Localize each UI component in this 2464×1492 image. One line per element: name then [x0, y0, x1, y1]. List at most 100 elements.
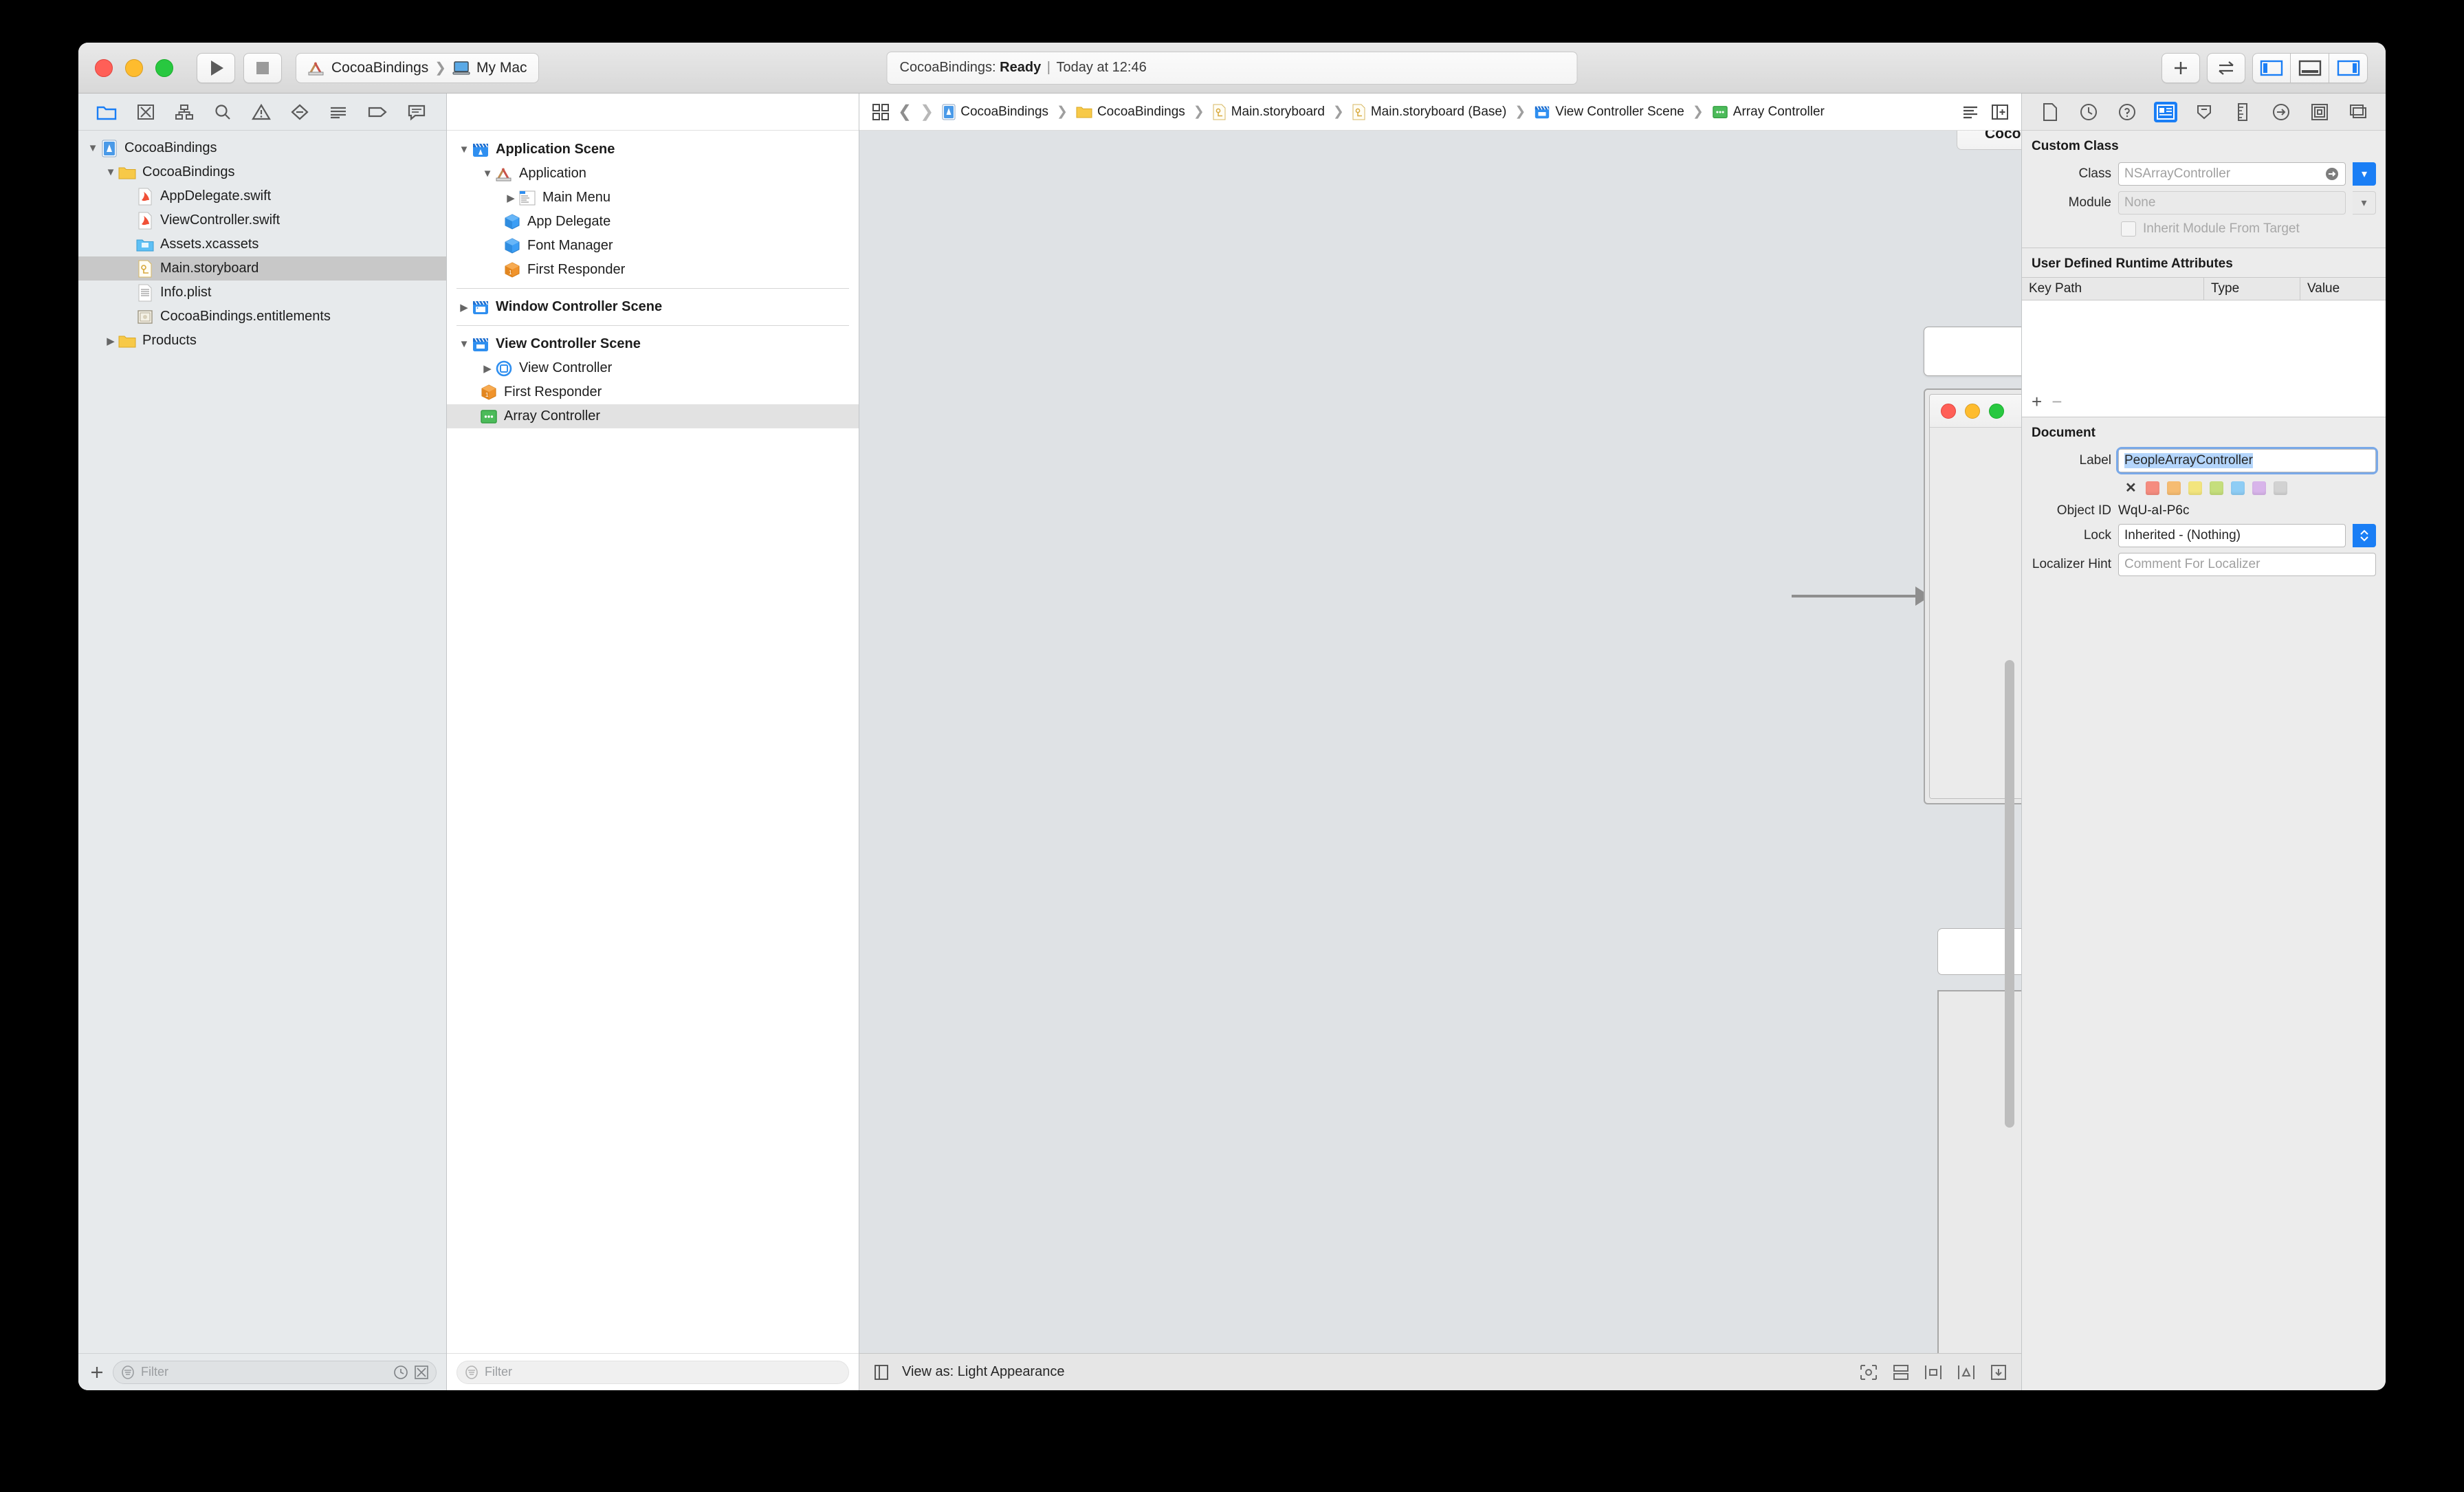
outline-row-window-controller-scene[interactable]: ▶ Window Controller Scene: [447, 295, 859, 319]
canvas-vertical-scrollbar[interactable]: [2005, 660, 2014, 1128]
disclosure-triangle-icon[interactable]: ▶: [503, 192, 518, 204]
outline-row-view-controller[interactable]: ▶ View Controller: [447, 356, 859, 380]
connections-inspector-tab[interactable]: [2269, 102, 2293, 122]
quick-help-inspector-tab[interactable]: [2115, 102, 2139, 122]
file-inspector-tab[interactable]: [2038, 102, 2062, 122]
main-menu-preview[interactable]: CocoaBindings File Edit Format View Wind…: [1957, 131, 2021, 150]
breadcrumb-array-controller[interactable]: Array Controller: [1712, 105, 1825, 120]
disclosure-triangle-icon[interactable]: ▼: [85, 142, 100, 154]
embed-in-icon[interactable]: [1892, 1363, 1910, 1381]
minimize-button[interactable]: [125, 58, 143, 77]
toggle-navigator-button[interactable]: [2252, 52, 2291, 83]
run-button[interactable]: [197, 52, 235, 83]
appearance-toggle-icon[interactable]: [873, 1363, 890, 1381]
outline-row-first-responder-app[interactable]: 1 First Responder: [447, 258, 859, 282]
breadcrumb-view-controller-scene[interactable]: View Controller Scene: [1534, 104, 1684, 120]
inherit-module-row[interactable]: Inherit Module From Target: [2022, 217, 2386, 241]
disclosure-triangle-icon[interactable]: ▼: [456, 338, 472, 350]
nav-row-main-storyboard[interactable]: Main.storyboard: [78, 256, 446, 281]
outline-row-main-menu[interactable]: ▶ Main Menu: [447, 186, 859, 210]
disclosure-triangle-icon[interactable]: ▶: [103, 335, 118, 347]
lock-stepper-button[interactable]: [2353, 524, 2376, 547]
add-attribute-button[interactable]: +: [2032, 391, 2042, 413]
stop-button[interactable]: [243, 52, 282, 83]
nav-row-appdelegate-swift[interactable]: AppDelegate.swift: [78, 184, 446, 208]
breadcrumb-folder[interactable]: CocoaBindings: [1076, 105, 1185, 120]
disclosure-triangle-icon[interactable]: ▼: [480, 168, 495, 179]
nav-row-cocoabindings-project[interactable]: ▼ CocoaBindings: [78, 136, 446, 160]
debug-navigator-tab[interactable]: [329, 103, 348, 121]
column-type[interactable]: Type: [2204, 278, 2300, 300]
project-navigator-tab[interactable]: [96, 103, 117, 121]
disclosure-triangle-icon[interactable]: ▼: [456, 144, 472, 155]
view-as-label[interactable]: View as: Light Appearance: [902, 1364, 1064, 1380]
class-field[interactable]: NSArrayController: [2118, 162, 2346, 186]
outline-filter-field[interactable]: Filter: [456, 1360, 849, 1384]
nav-row-cocoabindings-folder[interactable]: ▼ CocoaBindings: [78, 160, 446, 184]
toggle-debug-area-button[interactable]: [2291, 52, 2329, 83]
outline-row-application-scene[interactable]: ▼ Application Scene: [447, 138, 859, 162]
module-field[interactable]: None: [2118, 191, 2346, 215]
disclosure-triangle-icon[interactable]: ▶: [456, 301, 472, 314]
find-navigator-tab[interactable]: [213, 103, 232, 121]
inherit-module-checkbox[interactable]: [2121, 221, 2136, 237]
breakpoint-navigator-tab[interactable]: [367, 103, 388, 121]
nav-row-entitlements[interactable]: CocoaBindings.entitlements: [78, 305, 446, 329]
runtime-attributes-table[interactable]: [2022, 300, 2386, 388]
identity-inspector-tab[interactable]: [2153, 101, 2177, 122]
swatch-green[interactable]: [2209, 481, 2223, 495]
nav-row-viewcontroller-swift[interactable]: ViewController.swift: [78, 208, 446, 232]
outline-row-application[interactable]: ▼ Application: [447, 162, 859, 186]
module-dropdown-button[interactable]: ▾: [2353, 191, 2376, 215]
toggle-inspector-button[interactable]: [2329, 52, 2368, 83]
column-value[interactable]: Value: [2300, 278, 2386, 300]
outline-row-app-delegate[interactable]: App Delegate: [447, 210, 859, 234]
minimap-icon[interactable]: [1961, 103, 1980, 121]
report-navigator-tab[interactable]: [407, 103, 426, 121]
window-controller-scene-bar[interactable]: Window Controller: [1924, 327, 2021, 376]
remove-attribute-button[interactable]: −: [2052, 391, 2062, 413]
jump-to-definition-icon[interactable]: [2324, 166, 2340, 182]
lock-popup[interactable]: Inherited - (Nothing): [2118, 524, 2346, 547]
disclosure-triangle-icon[interactable]: ▶: [480, 362, 495, 375]
swatch-red[interactable]: [2145, 481, 2159, 495]
document-outline-tree[interactable]: ▼ Application Scene ▼ Application ▶ Main…: [447, 131, 859, 1353]
outline-row-view-controller-scene[interactable]: ▼ View Controller Scene: [447, 332, 859, 356]
attributes-inspector-tab[interactable]: [2192, 102, 2216, 122]
swatch-gray[interactable]: [2273, 481, 2287, 495]
swatch-yellow[interactable]: [2188, 481, 2202, 495]
chevron-left-icon[interactable]: ❮: [898, 102, 912, 122]
navigator-filter-field[interactable]: Filter: [113, 1360, 437, 1384]
align-icon[interactable]: [1924, 1363, 1943, 1381]
breadcrumb-project[interactable]: CocoaBindings: [942, 104, 1048, 120]
breadcrumb-storyboard[interactable]: Main.storyboard: [1213, 104, 1325, 120]
document-label-field[interactable]: PeopleArrayController: [2118, 449, 2376, 472]
localizer-hint-field[interactable]: Comment For Localizer: [2118, 553, 2376, 576]
issue-navigator-tab[interactable]: [252, 103, 271, 121]
scheme-selector[interactable]: CocoaBindings ❯ My Mac: [296, 52, 539, 83]
history-inspector-tab[interactable]: [2077, 102, 2100, 122]
outline-row-array-controller[interactable]: Array Controller: [447, 404, 859, 428]
swatch-blue[interactable]: [2230, 481, 2245, 495]
size-inspector-tab[interactable]: [2231, 102, 2254, 122]
zoom-button[interactable]: [155, 58, 173, 77]
swatch-orange[interactable]: [2166, 481, 2181, 495]
disclosure-triangle-icon[interactable]: ▼: [103, 166, 118, 178]
no-color-icon[interactable]: ✕: [2125, 479, 2137, 496]
resolve-issues-icon[interactable]: [1990, 1363, 2008, 1381]
swap-editor-button[interactable]: [2207, 52, 2245, 83]
test-navigator-tab[interactable]: [290, 103, 309, 121]
clock-icon[interactable]: [393, 1365, 408, 1380]
source-control-filter-icon[interactable]: [414, 1365, 429, 1380]
update-frames-icon[interactable]: [1859, 1363, 1878, 1381]
chevron-right-icon[interactable]: ❯: [920, 102, 934, 122]
outline-row-font-manager[interactable]: Font Manager: [447, 234, 859, 258]
view-effects-inspector-tab[interactable]: [2346, 102, 2370, 122]
nav-row-products[interactable]: ▶ Products: [78, 329, 446, 353]
outline-row-first-responder-vc[interactable]: 1 First Responder: [447, 380, 859, 404]
plus-icon[interactable]: [88, 1363, 106, 1381]
add-editor-icon[interactable]: [1991, 103, 2009, 121]
nav-row-assets-xcassets[interactable]: Assets.xcassets: [78, 232, 446, 256]
nav-row-info-plist[interactable]: Info.plist: [78, 281, 446, 305]
add-button[interactable]: [2162, 52, 2200, 83]
